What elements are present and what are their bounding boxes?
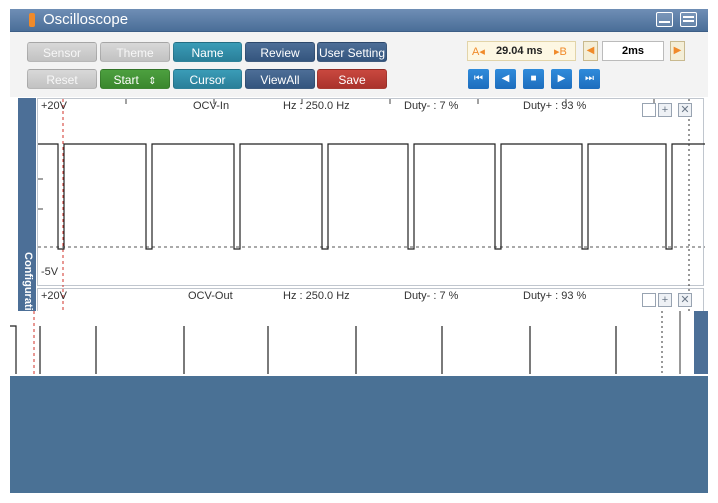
minimize-icon[interactable] (656, 12, 673, 27)
first-frame-icon[interactable]: ⏮ (468, 69, 489, 89)
name-button[interactable]: Name (173, 42, 242, 62)
timebase-increase-icon[interactable]: ▶ (670, 41, 685, 61)
ch1-close-icon[interactable]: ✕ (678, 103, 692, 117)
next-frame-icon[interactable]: ▶ (551, 69, 572, 89)
reset-button[interactable]: Reset (27, 69, 97, 89)
app-icon (29, 13, 35, 27)
user-setting-button[interactable]: User Setting (317, 42, 387, 62)
spinner-icon: ⇕ (148, 76, 157, 87)
timebase-field[interactable]: 2ms (602, 41, 664, 61)
start-button[interactable]: Start ⇕ (100, 69, 170, 89)
ch2-duty-plus: Duty+ : 93 % (523, 290, 587, 302)
ch1-duty-minus: Duty- : 7 % (404, 100, 459, 112)
prev-frame-icon[interactable]: ◀ (495, 69, 516, 89)
ocv-out-waveform-overlay (10, 311, 681, 375)
start-label: Start (113, 73, 139, 87)
timebase-decrease-icon[interactable]: ◀ (583, 41, 598, 61)
cursor-readout: A◂ 29.04 ms ▸B (467, 41, 576, 61)
layout-icon[interactable] (680, 12, 697, 27)
cursor-delta-value: 29.04 ms (496, 45, 543, 57)
ch1-duty-plus: Duty+ : 93 % (523, 100, 587, 112)
right-panel-strip[interactable] (694, 311, 708, 376)
ch2-zoom-in-icon[interactable]: + (658, 293, 672, 307)
channel-panel-ocv-in: +20V -5V OCV-In Hz : 250.0 Hz Duty- : 7 … (37, 98, 705, 287)
review-button[interactable]: Review (245, 42, 315, 62)
bottom-panel (10, 376, 708, 493)
toolbar: Sensor Theme Name Review User Setting Re… (10, 32, 708, 97)
stop-icon[interactable]: ■ (523, 69, 544, 89)
ocv-in-waveform (38, 99, 705, 287)
ch2-duty-minus: Duty- : 7 % (404, 290, 459, 302)
configuration-label: Configurati (22, 252, 34, 311)
ch1-select-checkbox[interactable] (642, 103, 656, 117)
ch1-top-voltage: +20V (41, 100, 67, 112)
theme-button[interactable]: Theme (100, 42, 170, 62)
view-all-button[interactable]: ViewAll (245, 69, 315, 89)
ch1-frequency: Hz : 250.0 Hz (283, 100, 350, 112)
ch2-top-voltage: +20V (41, 290, 67, 302)
ch2-close-icon[interactable]: ✕ (678, 293, 692, 307)
save-button[interactable]: Save (317, 69, 387, 89)
app-title: Oscilloscope (43, 11, 129, 28)
ch1-name: OCV-In (193, 100, 230, 112)
cursor-b-marker[interactable]: ▸B (554, 45, 567, 58)
ch2-name: OCV-Out (188, 290, 233, 302)
ch1-zoom-in-icon[interactable]: + (658, 103, 672, 117)
ch1-bottom-voltage: -5V (41, 266, 59, 278)
last-frame-icon[interactable]: ⏭ (579, 69, 600, 89)
ch2-select-checkbox[interactable] (642, 293, 656, 307)
cursor-a-marker[interactable]: A◂ (472, 45, 485, 58)
title-bar: Oscilloscope (10, 9, 708, 32)
ch2-waveform-overlay (10, 311, 694, 375)
ch2-frequency: Hz : 250.0 Hz (283, 290, 350, 302)
cursor-button[interactable]: Cursor (173, 69, 242, 89)
sensor-button[interactable]: Sensor (27, 42, 97, 62)
